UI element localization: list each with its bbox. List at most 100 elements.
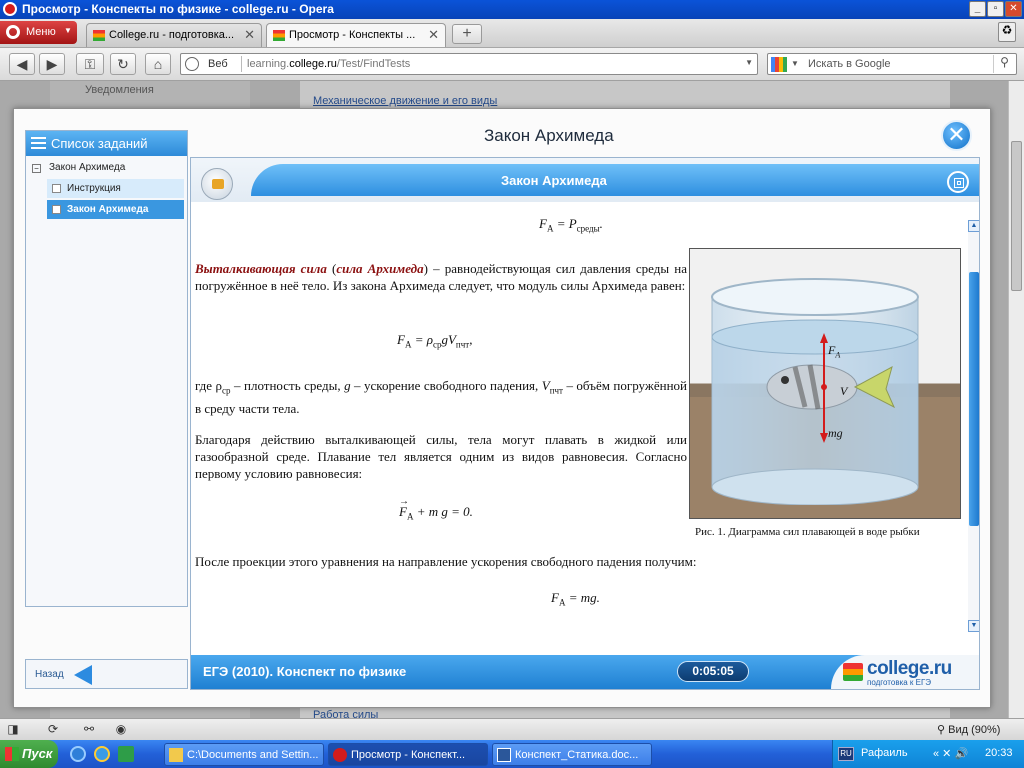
start-button[interactable]: Пуск — [0, 740, 58, 768]
browser-status-bar: ◨ ⟳ ⚯ ◉ ⚲ Вид (90%) — [0, 718, 1024, 740]
task-word[interactable]: Конспект_Статика.doc... — [492, 743, 652, 766]
media-player-icon[interactable] — [70, 746, 86, 762]
home-button[interactable]: ⌂ — [145, 53, 171, 75]
sidebar-item-instruction[interactable]: Инструкция — [47, 179, 184, 198]
notifications-heading: Уведомления — [85, 84, 154, 96]
opera-logo-icon — [3, 2, 17, 16]
force-mg-label: mg — [828, 426, 843, 440]
turbo-icon[interactable]: ◉ — [112, 722, 130, 737]
notes-disk-icon[interactable] — [201, 168, 233, 200]
word-document-icon — [497, 748, 511, 762]
chevron-down-icon[interactable]: ▼ — [745, 58, 753, 67]
close-modal-button[interactable]: ✕ — [941, 120, 972, 151]
link-mechanical-motion[interactable]: Механическое движение и его виды — [313, 95, 497, 107]
back-button[interactable]: ◀ — [9, 53, 35, 75]
college-logo: college.ru подготовка к ЕГЭ — [831, 655, 979, 689]
content-scrollbar[interactable]: ▲ ▼ — [968, 220, 979, 632]
folder-icon — [169, 748, 183, 762]
menu-label: Меню — [26, 26, 56, 38]
lesson-modal: Закон Архимеда ✕ Список заданий − Закон А… — [13, 108, 991, 708]
globe-icon — [185, 57, 199, 71]
fish-tank-illustration — [711, 278, 919, 505]
task-list-title: Список заданий — [51, 136, 148, 151]
paragraph-floating: Благодаря действию выталкивающей силы, т… — [195, 432, 687, 481]
task-list-sidebar: Список заданий − Закон Архимеда Инструкци… — [25, 130, 188, 607]
opera-menu-button[interactable]: Меню ▼ — [0, 21, 77, 44]
formula-archimedes-force: FА = ρсрgVпчт, — [397, 332, 473, 350]
tray-icons[interactable]: « ✕ 🔊 — [933, 747, 968, 760]
chevron-down-icon: ▼ — [64, 26, 72, 35]
clock: 20:33 — [985, 747, 1013, 759]
books-logo-icon — [843, 663, 863, 681]
user-name: Рафаиль — [861, 747, 908, 759]
paragraph-definitions: где ρср – плотность среды, g – ускорение… — [195, 378, 687, 416]
course-title: ЕГЭ (2010). Конспект по физике — [203, 664, 407, 679]
task-opera[interactable]: Просмотр - Конспект... — [328, 743, 488, 766]
page-scrollbar[interactable] — [1008, 81, 1024, 718]
unite-icon[interactable]: ⚯ — [80, 722, 98, 737]
formula-archimedes-def: FА = Pсреды. — [539, 216, 603, 234]
trash-icon[interactable]: ♻ — [998, 22, 1016, 42]
force-fa-label: FA — [828, 343, 841, 360]
list-icon — [31, 137, 46, 149]
figure-caption: Рис. 1. Диаграмма сил плавающей в воде р… — [695, 526, 920, 538]
internet-explorer-icon[interactable] — [94, 746, 110, 762]
scroll-down-icon[interactable]: ▼ — [968, 620, 979, 632]
zoom-control[interactable]: ⚲ Вид (90%) — [937, 723, 1000, 736]
header-wave — [251, 164, 979, 196]
college-favicon-icon — [273, 30, 285, 41]
checkbox-icon — [52, 205, 61, 214]
window-title-bar: Просмотр - Конспекты по физике - college… — [0, 0, 1024, 19]
session-timer: 0:05:05 — [677, 661, 749, 682]
tab-label: College.ru - подготовка... — [109, 29, 235, 41]
forward-button[interactable]: ▶ — [39, 53, 65, 75]
address-separator — [241, 56, 242, 72]
content-panel: Закон Архимеда FА = Pсреды. Выталкивающа… — [190, 157, 980, 690]
sidebar-item-label: Инструкция — [67, 183, 121, 194]
page-scrollbar-thumb[interactable] — [1011, 141, 1022, 291]
task-explorer[interactable]: C:\Documents and Settin... — [164, 743, 324, 766]
tab-bar: Меню ▼ College.ru - подготовка... ✕ Прос… — [0, 19, 1024, 48]
task-list-header: Список заданий — [26, 131, 187, 156]
tree-root-item[interactable]: − Закон Архимеда — [32, 162, 125, 173]
address-field[interactable]: Веб learning.college.ru/Test/FindTests ▼ — [180, 53, 758, 75]
key-icon[interactable]: ⚿ — [76, 53, 104, 75]
collapse-icon[interactable]: − — [32, 164, 41, 173]
window-title: Просмотр - Конспекты по физике - college… — [22, 2, 334, 16]
minimize-button[interactable]: _ — [969, 1, 986, 17]
back-nav-button[interactable]: Назад — [25, 659, 188, 689]
system-tray: RU Рафаиль « ✕ 🔊 20:33 — [832, 740, 1024, 768]
new-tab-button[interactable]: + — [452, 24, 482, 44]
panel-toggle-icon[interactable]: ◨ — [4, 722, 22, 737]
close-tab-icon[interactable]: ✕ — [428, 27, 439, 43]
scroll-up-icon[interactable]: ▲ — [968, 220, 979, 232]
tab-view-notes[interactable]: Просмотр - Конспекты ... ✕ — [266, 23, 446, 47]
windows-taskbar: Пуск C:\Documents and Settin... Просмотр… — [0, 740, 1024, 768]
reload-button[interactable]: ↻ — [110, 53, 136, 75]
chevron-down-icon[interactable]: ▼ — [791, 59, 799, 68]
grid-menu-icon[interactable] — [947, 171, 969, 193]
windows-logo-icon — [5, 747, 19, 761]
google-icon[interactable] — [771, 57, 787, 72]
close-tab-icon[interactable]: ✕ — [244, 27, 255, 43]
panel-footer: ЕГЭ (2010). Конспект по физике 0:05:05 c… — [191, 655, 979, 689]
maximize-button[interactable]: ▫ — [987, 1, 1004, 17]
search-placeholder: Искать в Google — [808, 58, 891, 70]
search-input[interactable]: ▼ Искать в Google ⚲ — [767, 53, 1017, 75]
formula-result: FА = mg. — [551, 590, 600, 608]
modal-title: Закон Архимеда — [484, 126, 614, 145]
college-favicon-icon — [93, 30, 105, 41]
volume-v-label: V — [840, 384, 848, 398]
search-icon[interactable]: ⚲ — [993, 55, 1015, 73]
arrow-left-icon — [74, 665, 92, 685]
language-indicator[interactable]: RU — [838, 747, 854, 761]
close-window-button[interactable]: ✕ — [1005, 1, 1022, 17]
paragraph-buoyant-force: Выталкивающая сила (сила Архимеда) – рав… — [195, 261, 687, 293]
tab-college[interactable]: College.ru - подготовка... ✕ — [86, 23, 262, 47]
figure-fish-in-water: FA V mg — [689, 248, 961, 519]
scheme-label: Веб — [208, 58, 228, 70]
dreamweaver-icon[interactable] — [118, 746, 134, 762]
content-scrollbar-thumb[interactable] — [969, 272, 979, 526]
sidebar-item-archimedes[interactable]: Закон Архимеда — [47, 200, 184, 219]
sync-icon[interactable]: ⟳ — [44, 722, 62, 737]
